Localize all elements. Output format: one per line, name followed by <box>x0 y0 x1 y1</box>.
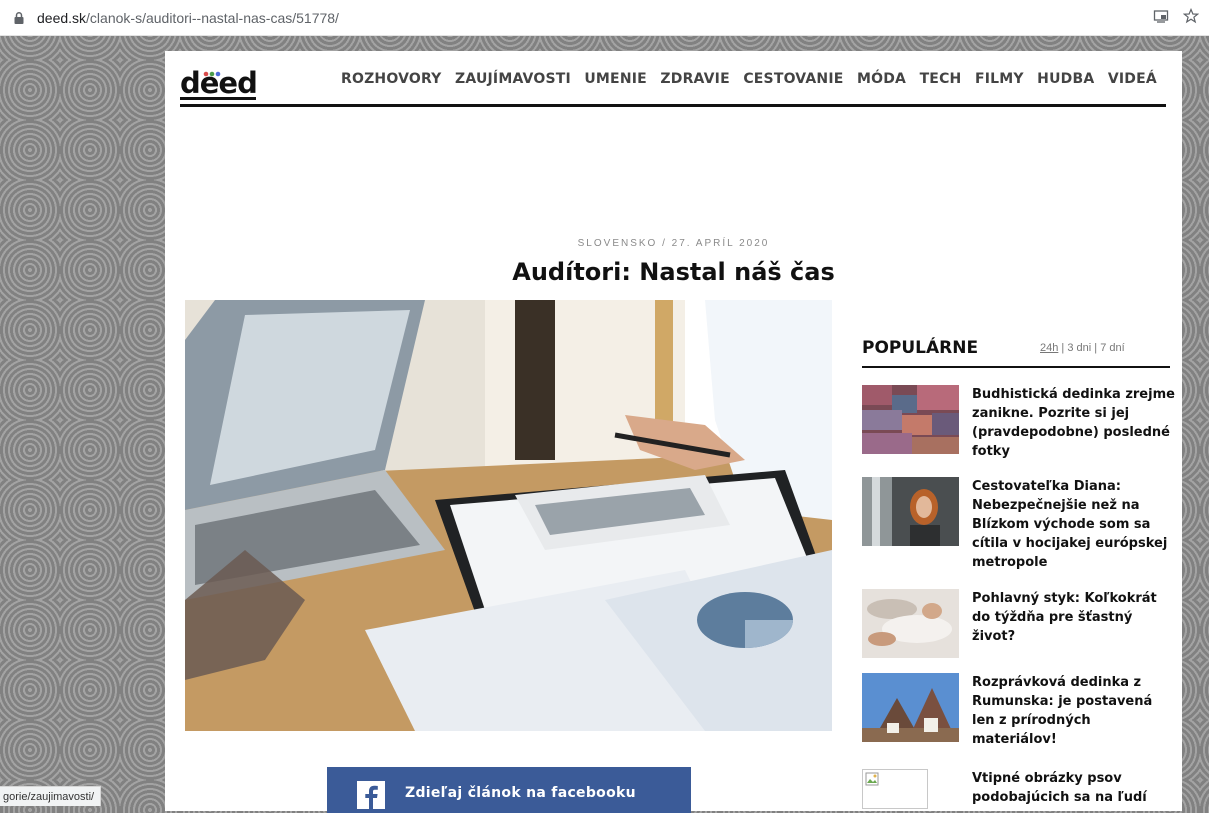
popular-heading: POPULÁRNE <box>862 338 979 358</box>
page-content: deed ROZHOVORY ZAUJÍMAVOSTI UMENIE ZDRAV… <box>165 51 1182 813</box>
reader-mode-icon[interactable] <box>1153 8 1169 24</box>
logo-dot-red <box>203 71 209 77</box>
main-nav: ROZHOVORY ZAUJÍMAVOSTI UMENIE ZDRAVIE CE… <box>341 71 1157 87</box>
broken-image-icon <box>865 772 879 786</box>
url-text[interactable]: deed.sk/clanok-s/auditori--nastal-nas-ca… <box>37 10 339 26</box>
bookmark-star-icon[interactable] <box>1183 8 1199 24</box>
nav-item-zaujimavosti[interactable]: ZAUJÍMAVOSTI <box>455 71 571 87</box>
popular-tabs: 24h | 3 dni | 7 dní <box>1040 342 1125 354</box>
lock-icon <box>14 12 24 24</box>
browser-url-bar[interactable]: deed.sk/clanok-s/auditori--nastal-nas-ca… <box>0 0 1209 36</box>
nav-item-tech[interactable]: TECH <box>920 71 962 87</box>
nav-item-moda[interactable]: MÓDA <box>857 71 906 87</box>
popular-tab-7dni[interactable]: 7 dní <box>1100 342 1124 354</box>
popular-title-1[interactable]: Budhistická dedinka zrejme zanikne. Pozr… <box>972 385 1177 461</box>
nav-item-filmy[interactable]: FILMY <box>975 71 1024 87</box>
popular-thumb-2[interactable] <box>862 477 959 546</box>
nav-item-cestovanie[interactable]: CESTOVANIE <box>743 71 843 87</box>
nav-divider <box>180 104 1166 107</box>
popular-thumb-4[interactable] <box>862 673 959 742</box>
nav-item-zdravie[interactable]: ZDRAVIE <box>660 71 729 87</box>
article-meta: SLOVENSKO / 27. APRÍL 2020 <box>577 238 770 249</box>
status-bar-url: gorie/zaujimavosti/ <box>0 786 102 806</box>
popular-title-2[interactable]: Cestovateľka Diana: Nebezpečnejšie než n… <box>972 477 1177 572</box>
logo-dot-green <box>209 71 215 77</box>
nav-item-umenie[interactable]: UMENIE <box>584 71 647 87</box>
nav-item-videa[interactable]: VIDEÁ <box>1108 71 1157 87</box>
popular-divider <box>862 366 1170 368</box>
logo-underline <box>180 97 256 100</box>
article-title: Audítori: Nastal náš čas <box>512 258 835 286</box>
nav-item-hudba[interactable]: HUDBA <box>1037 71 1094 87</box>
popular-thumb-5[interactable] <box>862 769 928 809</box>
nav-item-rozhovory[interactable]: ROZHOVORY <box>341 71 442 87</box>
popular-title-4[interactable]: Rozprávková dedinka z Rumunska: je posta… <box>972 673 1177 749</box>
popular-thumb-1[interactable] <box>862 385 959 454</box>
popular-tab-3dni[interactable]: 3 dni <box>1067 342 1091 354</box>
facebook-share-button[interactable]: Zdieľaj článok na facebooku <box>327 767 691 813</box>
facebook-share-label: Zdieľaj článok na facebooku <box>405 785 636 801</box>
popular-thumb-3[interactable] <box>862 589 959 658</box>
logo-dot-blue <box>215 71 221 77</box>
site-logo[interactable]: deed <box>180 68 256 96</box>
popular-title-5[interactable]: Vtipné obrázky psov podobajúcich sa na ľ… <box>972 769 1177 807</box>
popular-title-3[interactable]: Pohlavný styk: Koľkokrát do týždňa pre š… <box>972 589 1177 646</box>
url-path: /clanok-s/auditori--nastal-nas-cas/51778… <box>86 10 339 26</box>
article-hero-image[interactable] <box>185 300 832 731</box>
url-domain: deed.sk <box>37 10 87 26</box>
popular-tab-24h[interactable]: 24h <box>1040 342 1058 354</box>
facebook-icon <box>357 781 385 809</box>
